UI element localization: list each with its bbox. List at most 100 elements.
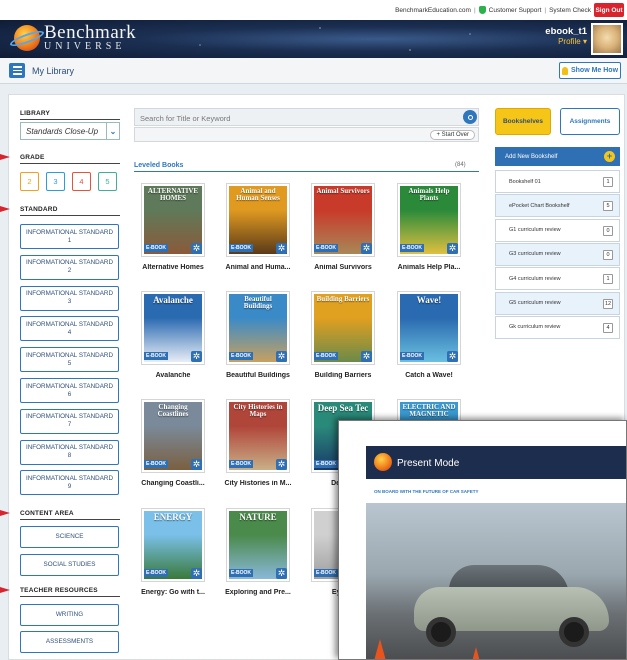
plus-icon: + (604, 151, 615, 162)
book-title[interactable]: Animal Survivors (301, 264, 385, 271)
bookshelf-name: G1 curriculum review (509, 227, 561, 234)
book-cover[interactable]: Beautiful Buildings E-BOOK ✲ (226, 291, 290, 365)
gear-icon[interactable]: ✲ (276, 351, 287, 362)
book-title[interactable]: Catch a Wave! (387, 372, 471, 379)
book-cover-title: ALTERNATIVE HOMES (147, 187, 199, 202)
book-cover[interactable]: Wave! E-BOOK ✲ (397, 291, 461, 365)
benchmark-site-link[interactable]: BenchmarkEducation.com (395, 7, 471, 14)
standard-5-button[interactable]: INFORMATIONAL STANDARD 5 (20, 347, 119, 373)
header-banner: Benchmark UNIVERSE ebook_t1 Profile ▾ (0, 20, 627, 58)
book-cover-title: ENERGY (153, 512, 193, 522)
book-title[interactable]: Avalanche (131, 372, 215, 379)
book-title[interactable]: Animal and Huma... (216, 264, 300, 271)
bookshelf-item[interactable]: Bookshelf 01 1 (495, 170, 620, 193)
book-cover[interactable]: Avalanche E-BOOK ✲ (141, 291, 205, 365)
grade-callout-arrow (0, 154, 10, 160)
book-title[interactable]: Energy: Go with t... (131, 589, 215, 596)
gear-icon[interactable]: ✲ (191, 459, 202, 470)
book-title[interactable]: Changing Coastli... (131, 480, 215, 487)
standard-4-button[interactable]: INFORMATIONAL STANDARD 4 (20, 316, 119, 342)
book-cover[interactable]: City Histories in Maps E-BOOK ✲ (226, 399, 290, 473)
sign-out-button[interactable]: Sign Out (594, 3, 624, 17)
bookshelf-name: ePocket Chart Bookshelf (509, 202, 570, 209)
search-input[interactable]: Search for Title or Keyword (140, 114, 230, 123)
present-mode-window[interactable]: Present Mode ON BOARD WITH THE FUTURE OF… (338, 420, 627, 660)
user-menu[interactable]: ebook_t1 Profile ▾ (545, 26, 587, 46)
gear-icon[interactable]: ✲ (191, 243, 202, 254)
book-cover[interactable]: Animals Help Plants E-BOOK ✲ (397, 183, 461, 257)
gear-icon[interactable]: ✲ (447, 351, 458, 362)
book-cover[interactable]: ALTERNATIVE HOMES E-BOOK ✲ (141, 183, 205, 257)
tab-assignments[interactable]: Assignments (560, 108, 620, 135)
profile-dropdown[interactable]: Profile ▾ (545, 37, 587, 46)
bookshelf-count: 5 (603, 201, 613, 212)
benchmark-universe-logo[interactable]: Benchmark UNIVERSE (8, 23, 136, 52)
bookshelf-item[interactable]: G4 curriculum review 1 (495, 267, 620, 291)
teacher-resource-assessments-button[interactable]: ASSESSMENTS (20, 631, 119, 653)
search-icon[interactable] (463, 110, 477, 124)
standard-6-button[interactable]: INFORMATIONAL STANDARD 6 (20, 378, 119, 403)
library-select[interactable]: Standards Close-Up ⌄ (20, 122, 120, 140)
ebook-badge: E-BOOK (144, 569, 168, 577)
bookshelf-item[interactable]: G3 curriculum review 0 (495, 242, 620, 266)
teacher-resource-writing-button[interactable]: WRITING (20, 604, 119, 626)
add-bookshelf-button[interactable]: Add New Bookshelf + (495, 147, 620, 166)
traffic-cone (470, 647, 482, 659)
book-title[interactable]: Alternative Homes (131, 264, 215, 271)
tab-bookshelves[interactable]: Bookshelves (495, 108, 551, 135)
bookshelf-item[interactable]: G1 curriculum review 0 (495, 218, 620, 242)
gear-icon[interactable]: ✲ (276, 568, 287, 579)
bookshelf-item[interactable]: G5 curriculum review 12 (495, 291, 620, 315)
standard-1-button[interactable]: INFORMATIONAL STANDARD 1 (20, 224, 119, 249)
system-check-link[interactable]: System Check (549, 7, 591, 14)
book-title[interactable]: City Histories in M... (216, 480, 300, 487)
book-cover-title: Building Barriers (316, 295, 370, 303)
present-mode-photo (366, 503, 626, 659)
bookshelf-count: 0 (603, 225, 613, 236)
standard-2-button[interactable]: INFORMATIONAL STANDARD 2 (20, 254, 119, 280)
bookshelf-name: G4 curriculum review (509, 275, 561, 282)
teacher-resources-heading: TEACHER RESOURCES (20, 587, 98, 594)
chevron-down-icon[interactable]: ⌄ (106, 123, 119, 139)
gear-icon[interactable]: ✲ (361, 351, 372, 362)
book-cover[interactable]: Changing Coastlines E-BOOK ✲ (141, 399, 205, 473)
book-cover[interactable]: Building Barriers E-BOOK ✲ (311, 291, 375, 365)
shield-icon (478, 6, 486, 14)
gear-icon[interactable]: ✲ (191, 568, 202, 579)
bookshelf-item[interactable]: Gk curriculum review 4 (495, 315, 620, 339)
book-title[interactable]: Exploring and Pre... (216, 589, 300, 596)
bookshelf-item[interactable]: ePocket Chart Bookshelf 5 (495, 194, 620, 218)
gear-icon[interactable]: ✲ (191, 351, 202, 362)
ebook-badge: E-BOOK (400, 244, 424, 252)
grade-5-button[interactable]: 5 (98, 172, 117, 191)
content-area-science-button[interactable]: SCIENCE (20, 526, 119, 548)
grade-3-button[interactable]: 3 (46, 172, 65, 191)
standard-9-button[interactable]: INFORMATIONAL STANDARD 9 (20, 470, 119, 496)
top-links: BenchmarkEducation.com | Customer Suppor… (395, 6, 591, 14)
book-cover[interactable]: ENERGY E-BOOK ✲ (141, 508, 205, 582)
book-cover[interactable]: Animal and Human Senses E-BOOK ✲ (226, 183, 290, 257)
show-me-how-button[interactable]: Show Me How (559, 62, 621, 79)
start-over-button[interactable]: + Start Over (430, 130, 475, 140)
book-cover[interactable]: NATURE E-BOOK ✲ (226, 508, 290, 582)
ebook-badge: E-BOOK (229, 352, 253, 360)
gear-icon[interactable]: ✲ (276, 459, 287, 470)
standard-7-button[interactable]: INFORMATIONAL STANDARD 7 (20, 408, 119, 434)
grade-2-button[interactable]: 2 (20, 172, 39, 191)
content-area-social-studies-button[interactable]: SOCIAL STUDIES (20, 554, 119, 576)
standard-3-button[interactable]: INFORMATIONAL STANDARD 3 (20, 285, 119, 311)
avatar[interactable] (591, 23, 623, 55)
teacher-resources-callout-arrow (0, 587, 10, 593)
book-title[interactable]: Animals Help Pla... (387, 264, 471, 271)
grade-4-button[interactable]: 4 (72, 172, 91, 191)
standard-8-button[interactable]: INFORMATIONAL STANDARD 8 (20, 439, 119, 465)
book-title[interactable]: Building Barriers (301, 372, 385, 379)
ebook-badge: E-BOOK (314, 569, 338, 577)
book-cover[interactable]: Animal Survivors E-BOOK ✲ (311, 183, 375, 257)
customer-support-link[interactable]: Customer Support (489, 7, 542, 14)
gear-icon[interactable]: ✲ (447, 243, 458, 254)
book-title[interactable]: Beautiful Buildings (216, 372, 300, 379)
menu-icon[interactable] (9, 63, 25, 78)
gear-icon[interactable]: ✲ (276, 243, 287, 254)
gear-icon[interactable]: ✲ (361, 243, 372, 254)
